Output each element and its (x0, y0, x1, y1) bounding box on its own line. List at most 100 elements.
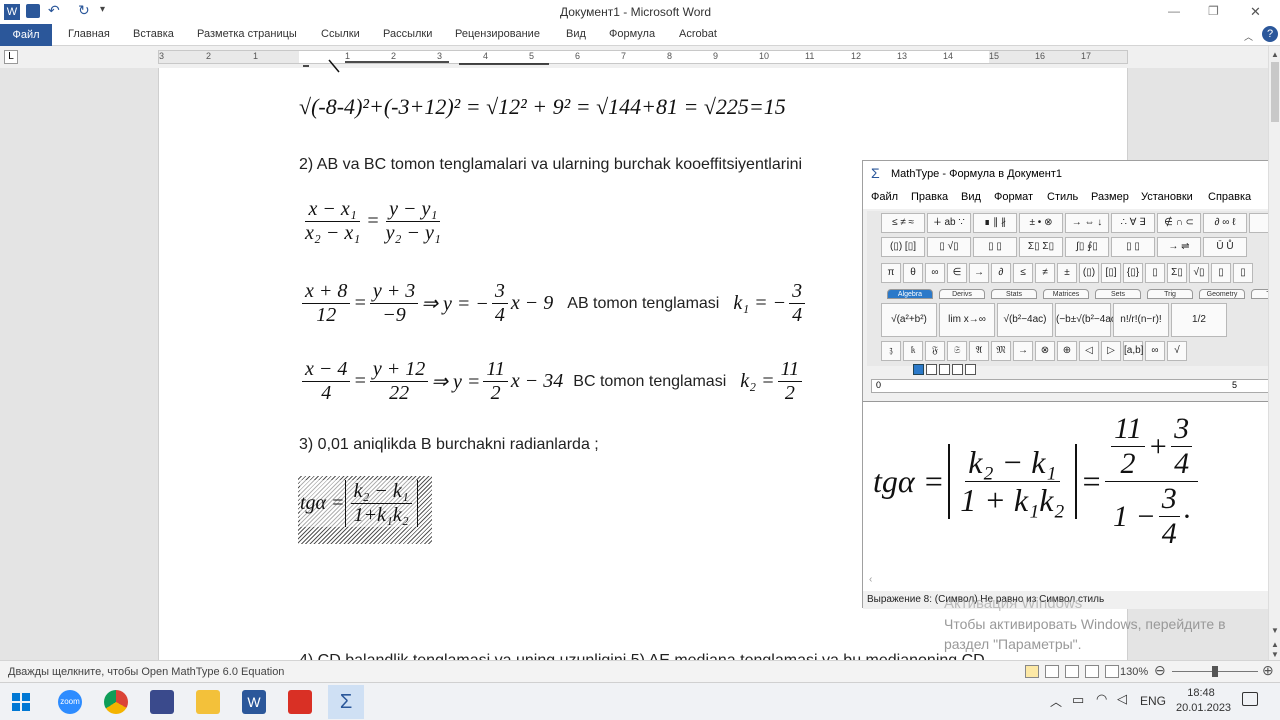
small-bar-button[interactable]: ∞ (925, 263, 945, 283)
mt-menu-preferences[interactable]: Установки (1141, 191, 1193, 203)
full-screen-icon[interactable] (1045, 665, 1059, 678)
tabbed-bar-button[interactable]: √(a²+b²) (881, 303, 937, 337)
tray-chevron-icon[interactable]: ︿ (1050, 693, 1062, 710)
maximize-button[interactable]: ❐ (1208, 4, 1219, 18)
symbol-palette-button[interactable]: ∎ ∥ ∦ (973, 213, 1017, 233)
small-bar-button[interactable]: √▯ (1189, 263, 1209, 283)
notifications-icon[interactable] (1242, 692, 1258, 706)
tab-mailings[interactable]: Рассылки (383, 28, 432, 40)
small-bar-button[interactable]: ≠ (1035, 263, 1055, 283)
tabbed-bar-button[interactable]: √(b²−4ac) (997, 303, 1053, 337)
qat-customize-icon[interactable]: ▾ (100, 4, 105, 15)
mathtype-title-bar[interactable]: Σ MathType - Формула в Документ1 (863, 161, 1280, 187)
tabbed-bar-tab[interactable]: Trig (1147, 289, 1193, 299)
template-palette-button[interactable]: ∫▯ ∮▯ (1065, 237, 1109, 257)
zoom-in-icon[interactable]: ⊕ (1262, 662, 1274, 679)
mathtype-ruler[interactable]: 0 5 (871, 379, 1280, 393)
tray-laptop-icon[interactable]: ▭ (1072, 692, 1084, 708)
symbol-palette-button[interactable]: ± • ⊗ (1019, 213, 1063, 233)
chrome-icon[interactable] (104, 690, 128, 714)
small-symbol-button[interactable]: ⊕ (1057, 341, 1077, 361)
mathtype-window[interactable]: Σ MathType - Формула в Документ1 Файл Пр… (862, 160, 1280, 609)
tabbed-bar-tab[interactable]: Geometry (1199, 289, 1245, 299)
print-layout-icon[interactable] (1025, 665, 1039, 678)
scroll-thumb[interactable] (1271, 62, 1279, 122)
mt-menu-format[interactable]: Формат (994, 191, 1033, 203)
tabbed-bar-button[interactable]: 1/2 (1171, 303, 1227, 337)
tab-review[interactable]: Рецензирование (455, 28, 540, 40)
file-explorer-icon[interactable] (196, 690, 220, 714)
tab-selector[interactable]: L (4, 50, 18, 64)
small-symbol-button[interactable]: 𝔄 (969, 341, 989, 361)
tab-formula[interactable]: Формула (609, 28, 655, 40)
pdf-icon[interactable] (288, 690, 312, 714)
small-bar-button[interactable]: ± (1057, 263, 1077, 283)
tab-home[interactable]: Главная (68, 28, 110, 40)
tab-file[interactable]: Файл (0, 24, 52, 46)
mt-menu-file[interactable]: Файл (871, 191, 898, 203)
symbol-palette-button[interactable]: ∉ ∩ ⊂ (1157, 213, 1201, 233)
save-icon[interactable] (26, 4, 40, 18)
wifi-icon[interactable]: ◠ (1096, 691, 1107, 707)
mathtype-edit-area[interactable]: tgα = k₂ − k₁ 1 + k₁k₂ = 11 2 +3 4 1 − 3 4 · ‹ (863, 401, 1280, 591)
undo-icon[interactable]: ↶ (48, 2, 60, 19)
small-bar-button[interactable]: [▯] (1101, 263, 1121, 283)
small-symbol-button[interactable]: ◁ (1079, 341, 1099, 361)
template-palette-button[interactable]: Σ▯ Σ▯ (1019, 237, 1063, 257)
selected-equation-object[interactable]: tgα = k₂ − k₁ 1+k₁k₂ (298, 476, 432, 544)
scroll-up-icon[interactable]: ▲ (1271, 50, 1279, 59)
small-bar-button[interactable]: ▯ (1233, 263, 1253, 283)
small-bar-button[interactable]: ≤ (1013, 263, 1033, 283)
zoom-app-icon[interactable]: zoom (58, 690, 82, 714)
small-bar-button[interactable]: {▯} (1123, 263, 1143, 283)
symbol-palette-button[interactable]: → ⇔ ↓ (1065, 213, 1109, 233)
scroll-down-icon[interactable]: ▼ (1271, 626, 1279, 635)
word-icon[interactable]: W (4, 4, 20, 20)
symbol-palette-button[interactable]: ∔ ab ∵ (927, 213, 971, 233)
small-symbol-button[interactable]: √ (1167, 341, 1187, 361)
symbol-palette-button[interactable]: ≤ ≠ ≈ (881, 213, 925, 233)
next-page-icon[interactable]: ▼ (1271, 650, 1279, 659)
template-palette-button[interactable]: (▯) [▯] (881, 237, 925, 257)
tabbed-bar-button[interactable]: n!/r!(n−r)! (1113, 303, 1169, 337)
small-symbol-button[interactable]: ∞ (1145, 341, 1165, 361)
tabbed-bar-tab[interactable]: Stats (991, 289, 1037, 299)
tab-references[interactable]: Ссылки (321, 28, 360, 40)
tabbed-bar-tab[interactable]: Sets (1095, 289, 1141, 299)
small-symbol-button[interactable]: 𝔐 (991, 341, 1011, 361)
zoom-slider-thumb[interactable] (1212, 666, 1218, 677)
tab-view[interactable]: Вид (566, 28, 586, 40)
template-palette-button[interactable]: ▯ √▯ (927, 237, 971, 257)
template-palette-button[interactable]: → ⇌ (1157, 237, 1201, 257)
volume-icon[interactable]: ◁ (1117, 691, 1127, 707)
mt-menu-size[interactable]: Размер (1091, 191, 1129, 203)
small-bar-button[interactable]: ▯ (1211, 263, 1231, 283)
close-button[interactable]: ✕ (1250, 4, 1261, 20)
tabbed-bar-button[interactable]: (−b±√(b²−4ac))/2a (1055, 303, 1136, 337)
symbol-palette-button[interactable]: ∴ ∀ ∃ (1111, 213, 1155, 233)
draft-icon[interactable] (1105, 665, 1119, 678)
redo-icon[interactable]: ↻ (78, 2, 90, 19)
mt-menu-style[interactable]: Стиль (1047, 191, 1078, 203)
small-symbol-button[interactable]: ⊗ (1035, 341, 1055, 361)
tab-insert[interactable]: Вставка (133, 28, 174, 40)
mathtype-tabstops[interactable] (913, 364, 983, 376)
tabbed-bar-button[interactable]: lim x→∞ (939, 303, 995, 337)
small-symbol-button[interactable]: ▷ (1101, 341, 1121, 361)
tabbed-bar-tab[interactable]: Matrices (1043, 289, 1089, 299)
small-symbol-button[interactable]: 𝔨 (903, 341, 923, 361)
small-bar-button[interactable]: ▯ (1145, 263, 1165, 283)
prev-page-icon[interactable]: ▲ (1271, 640, 1279, 649)
mt-menu-view[interactable]: Вид (961, 191, 981, 203)
tab-page-layout[interactable]: Разметка страницы (197, 28, 297, 40)
outline-icon[interactable] (1085, 665, 1099, 678)
help-icon[interactable]: ? (1262, 26, 1278, 42)
template-palette-button[interactable]: Ū Ů (1203, 237, 1247, 257)
zoom-out-icon[interactable]: ⊖ (1154, 662, 1166, 679)
small-symbol-button[interactable]: [a,b] (1123, 341, 1143, 361)
small-bar-button[interactable]: ∈ (947, 263, 967, 283)
word-taskbar-icon[interactable]: W (242, 690, 266, 714)
tabbed-bar-tab[interactable]: Algebra (887, 289, 933, 299)
small-symbol-button[interactable]: → (1013, 341, 1033, 361)
small-bar-button[interactable]: → (969, 263, 989, 283)
